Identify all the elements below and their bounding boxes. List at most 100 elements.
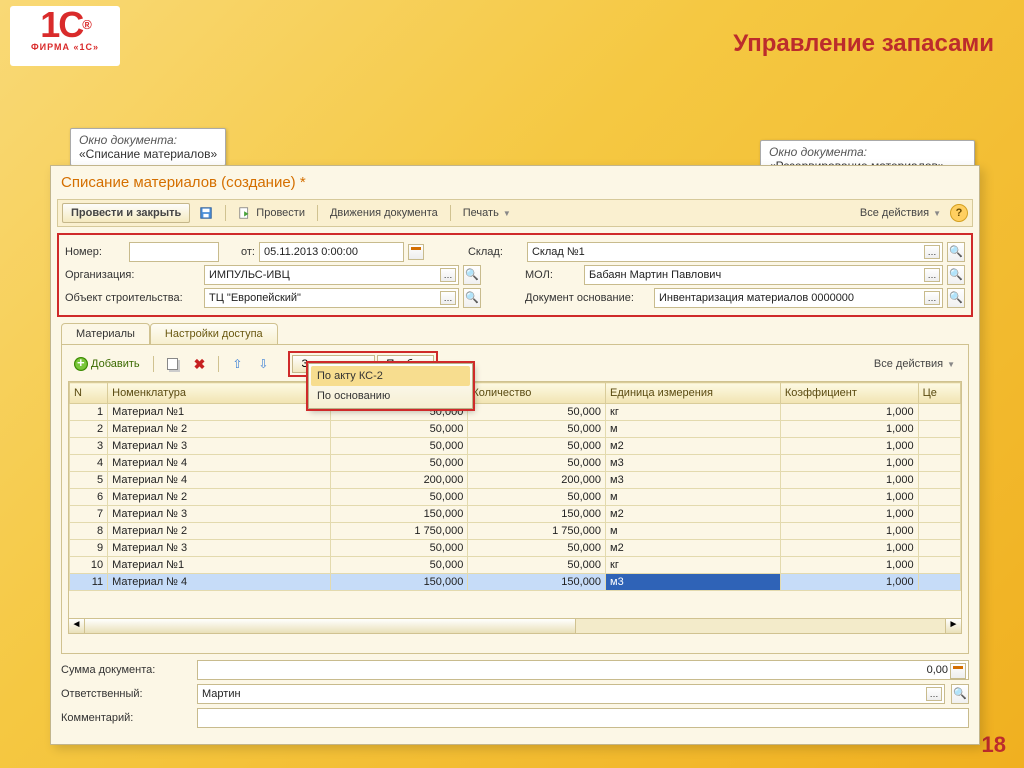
grid-cell[interactable]: 50,000 [468,404,606,421]
table-row[interactable]: 3Материал № 350,00050,000м21,000 [70,438,961,455]
lookup-icon[interactable]: 🔍 [463,288,481,308]
grid-cell[interactable]: Материал № 3 [108,438,330,455]
table-row[interactable]: 7Материал № 3150,000150,000м21,000 [70,506,961,523]
grid-cell[interactable]: м [606,421,781,438]
grid-header[interactable]: Единица измерения [606,383,781,404]
grid-cell[interactable]: 50,000 [468,421,606,438]
grid-cell[interactable]: 1,000 [780,455,918,472]
copy-row-button[interactable] [161,356,184,372]
grid-cell[interactable]: 150,000 [330,506,468,523]
grid-cell[interactable] [918,506,960,523]
grid-cell[interactable]: 50,000 [468,489,606,506]
grid-cell[interactable]: 50,000 [468,438,606,455]
grid-cell[interactable]: 150,000 [468,506,606,523]
grid-cell[interactable] [918,438,960,455]
org-input[interactable]: ИМПУЛЬС-ИВЦ … [204,265,459,285]
grid-cell[interactable] [918,421,960,438]
scroll-right-icon[interactable]: ► [945,619,961,633]
calculator-icon[interactable] [950,663,966,679]
base-input[interactable]: Инвентаризация материалов 0000000 … [654,288,943,308]
sum-input[interactable]: 0,00 [197,660,969,680]
tab-access[interactable]: Настройки доступа [150,323,278,344]
grid-cell[interactable]: 150,000 [330,574,468,591]
grid-cell[interactable]: м3 [606,455,781,472]
lookup-icon[interactable]: 🔍 [947,265,965,285]
print-button[interactable]: Печать ▼ [456,204,518,222]
mol-input[interactable]: Бабаян Мартин Павлович … [584,265,943,285]
grid-cell[interactable]: 1,000 [780,574,918,591]
grid-cell[interactable]: 150,000 [468,574,606,591]
grid-cell[interactable]: м2 [606,540,781,557]
grid-cell[interactable]: м [606,489,781,506]
table-row[interactable]: 2Материал № 250,00050,000м1,000 [70,421,961,438]
table-row[interactable]: 4Материал № 450,00050,000м31,000 [70,455,961,472]
grid-cell[interactable]: 3 [70,438,108,455]
grid-cell[interactable] [918,455,960,472]
grid-cell[interactable]: 10 [70,557,108,574]
grid-cell[interactable]: м3 [606,472,781,489]
grid-cell[interactable]: Материал №1 [108,404,330,421]
grid-cell[interactable] [918,540,960,557]
lookup-icon[interactable]: 🔍 [947,242,965,262]
post-button[interactable]: Провести [231,203,312,223]
comment-input[interactable] [197,708,969,728]
grid-cell[interactable]: 8 [70,523,108,540]
table-row[interactable]: 11Материал № 4150,000150,000м31,000 [70,574,961,591]
grid-all-actions-button[interactable]: Все действия ▼ [867,355,962,373]
grid-cell[interactable]: м2 [606,506,781,523]
grid-cell[interactable]: 4 [70,455,108,472]
move-down-button[interactable]: ⇩ [252,355,274,373]
grid-cell[interactable]: 200,000 [330,472,468,489]
grid-cell[interactable]: Материал № 3 [108,540,330,557]
grid-header[interactable]: Количество [468,383,606,404]
grid-cell[interactable]: Материал № 2 [108,421,330,438]
grid-cell[interactable]: 1,000 [780,540,918,557]
resp-input[interactable]: Мартин … [197,684,945,704]
scroll-left-icon[interactable]: ◄ [69,619,85,633]
grid-cell[interactable]: 1 750,000 [330,523,468,540]
grid-cell[interactable]: 7 [70,506,108,523]
grid-cell[interactable]: 50,000 [330,557,468,574]
ellipsis-icon[interactable]: … [440,291,456,305]
grid-header[interactable]: Коэффициент [780,383,918,404]
grid-cell[interactable]: 1,000 [780,438,918,455]
grid-cell[interactable]: 1 750,000 [468,523,606,540]
help-button[interactable]: ? [950,204,968,222]
ellipsis-icon[interactable]: … [924,268,940,282]
grid-cell[interactable] [918,472,960,489]
sklad-input[interactable]: Склад №1 … [527,242,943,262]
grid-cell[interactable]: 50,000 [468,557,606,574]
grid-cell[interactable]: Материал № 2 [108,523,330,540]
grid-cell[interactable]: Материал № 2 [108,489,330,506]
lookup-icon[interactable]: 🔍 [463,265,481,285]
grid-cell[interactable]: 50,000 [468,455,606,472]
grid-cell[interactable]: кг [606,557,781,574]
grid-cell[interactable]: 1,000 [780,472,918,489]
add-row-button[interactable]: Добавить [68,355,146,373]
ellipsis-icon[interactable]: … [440,268,456,282]
grid-cell[interactable] [918,489,960,506]
grid-cell[interactable]: 50,000 [330,421,468,438]
grid-cell[interactable]: 2 [70,421,108,438]
grid-cell[interactable]: 1 [70,404,108,421]
grid-cell[interactable]: 50,000 [330,438,468,455]
grid-cell[interactable]: кг [606,404,781,421]
grid-cell[interactable]: Материал № 4 [108,455,330,472]
grid-cell[interactable]: Материал №1 [108,557,330,574]
materials-grid[interactable]: NНоменклатураК-воКоличествоЕдиница измер… [68,381,962,619]
grid-header[interactable]: Номенклатура [108,383,330,404]
post-and-close-button[interactable]: Провести и закрыть [62,203,190,223]
obj-input[interactable]: ТЦ "Европейский" … [204,288,459,308]
lookup-icon[interactable]: 🔍 [947,288,965,308]
grid-cell[interactable]: Материал № 3 [108,506,330,523]
save-button[interactable] [192,203,220,223]
movements-button[interactable]: Движения документа [323,204,445,222]
grid-cell[interactable] [918,574,960,591]
lookup-icon[interactable]: 🔍 [951,684,969,704]
grid-cell[interactable]: 50,000 [330,489,468,506]
grid-cell[interactable]: Материал № 4 [108,472,330,489]
fill-dropdown-item-base[interactable]: По основанию [311,386,470,406]
horizontal-scrollbar[interactable]: ◄ ► [68,619,962,634]
grid-header[interactable]: Це [918,383,960,404]
grid-cell[interactable]: 11 [70,574,108,591]
